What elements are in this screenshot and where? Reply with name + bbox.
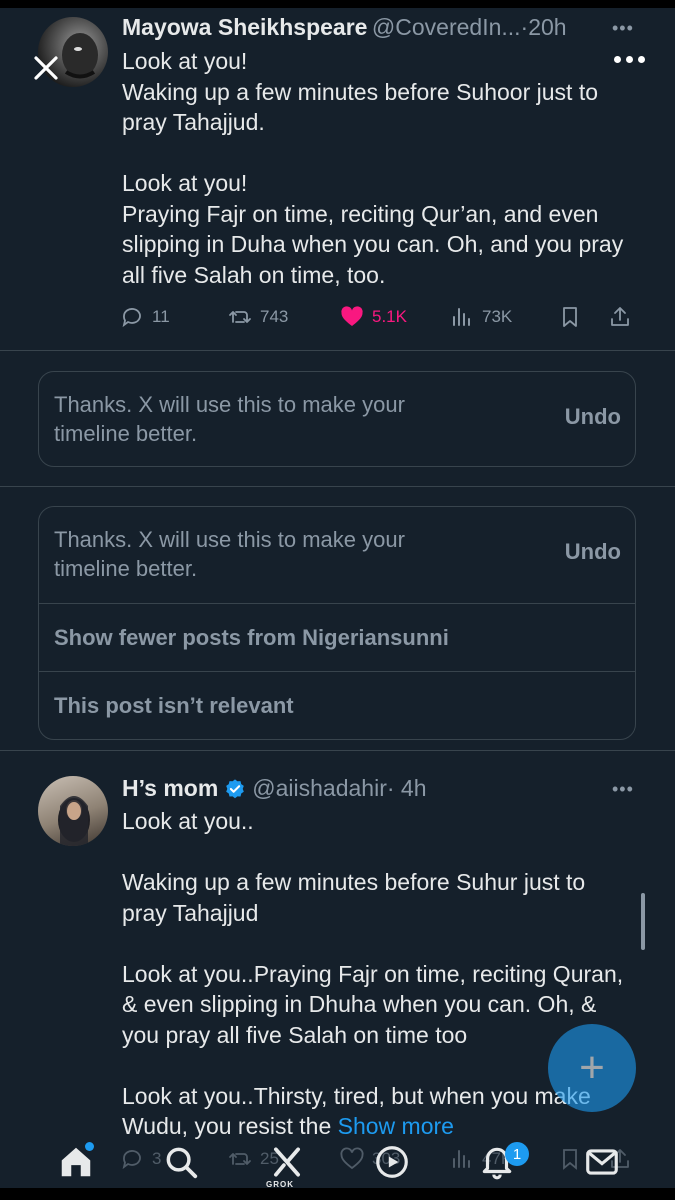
close-icon[interactable] [30,52,62,84]
author-handle[interactable]: @aiishadahir [252,775,387,801]
feedback-card-options: Thanks. X will use this to make your tim… [38,506,636,740]
feedback-card: Thanks. X will use this to make your tim… [38,371,636,467]
plus-icon: + [579,1043,605,1092]
author-name[interactable]: H’s mom [122,775,218,802]
repost-button[interactable]: 743 [228,302,288,332]
views-button[interactable]: 73K [450,302,512,332]
nav-spaces[interactable] [373,1143,411,1181]
share-button[interactable] [608,302,632,332]
reply-count: 11 [152,307,170,326]
post-actions: 11 743 5.1K 73K [120,302,640,332]
reply-icon [122,308,141,328]
home-indicator-strip [0,1188,675,1200]
status-strip [0,0,675,8]
nav-search[interactable] [162,1143,200,1181]
repost-icon [229,311,251,323]
undo-button[interactable]: Undo [565,404,621,430]
share-icon [611,307,629,326]
bookmark-button[interactable] [558,302,582,332]
divider [0,750,675,751]
author-handle[interactable]: @CoveredIn... [372,14,521,40]
like-button[interactable]: 5.1K [340,302,407,332]
compose-button[interactable]: + [548,1024,636,1112]
not-relevant-option[interactable]: This post isn’t relevant [39,671,635,739]
post-paragraph: Look at you! Waking up a few minutes bef… [122,48,599,135]
author-name[interactable]: Mayowa Sheikhspeare [122,14,367,40]
verified-badge-icon [226,778,245,798]
nav-messages[interactable] [583,1143,621,1181]
spaces-icon [376,1146,408,1178]
post-more-icon[interactable]: ••• [612,18,634,39]
views-count: 73K [482,307,513,326]
grok-icon [274,1147,300,1177]
bookmark-icon [563,307,577,327]
post-more-icon[interactable]: ••• [612,779,634,800]
avatar-post2[interactable] [38,776,108,846]
nav-grok[interactable] [268,1143,306,1181]
post-header: H’s mom @aiishadahir· 4h [122,775,427,802]
post-time: ·20h [520,14,567,40]
feedback-message: Thanks. X will use this to make your tim… [54,527,405,581]
views-icon [453,308,470,326]
undo-button[interactable]: Undo [565,539,621,565]
show-fewer-option[interactable]: Show fewer posts from Nigeriansunni [39,603,635,671]
post-header: Mayowa Sheikhspeare @CoveredIn...·20h [122,14,567,41]
post-body: Look at you! Waking up a few minutes bef… [122,46,632,290]
search-icon [166,1147,198,1179]
post-paragraph: Waking up a few minutes before Suhur jus… [122,869,586,926]
notifications-badge: 1 [505,1142,529,1166]
scrollbar[interactable] [641,893,645,950]
post-paragraph: Look at you.. [122,808,254,834]
divider [0,350,675,351]
divider [0,486,675,487]
messages-icon [586,1149,618,1175]
post-paragraph: Look at you..Praying Fajr on time, recit… [122,960,624,1048]
feedback-message: Thanks. X will use this to make your tim… [54,392,405,446]
bottom-nav [0,1135,675,1190]
post-paragraph: Look at you! Praying Fajr on time, recit… [122,170,624,288]
home-unread-dot [85,1142,94,1151]
like-count: 5.1K [372,307,407,326]
repost-count: 743 [260,307,289,326]
like-icon [341,306,363,326]
post-time: · 4h [386,775,427,801]
reply-button[interactable]: 11 [120,302,170,332]
